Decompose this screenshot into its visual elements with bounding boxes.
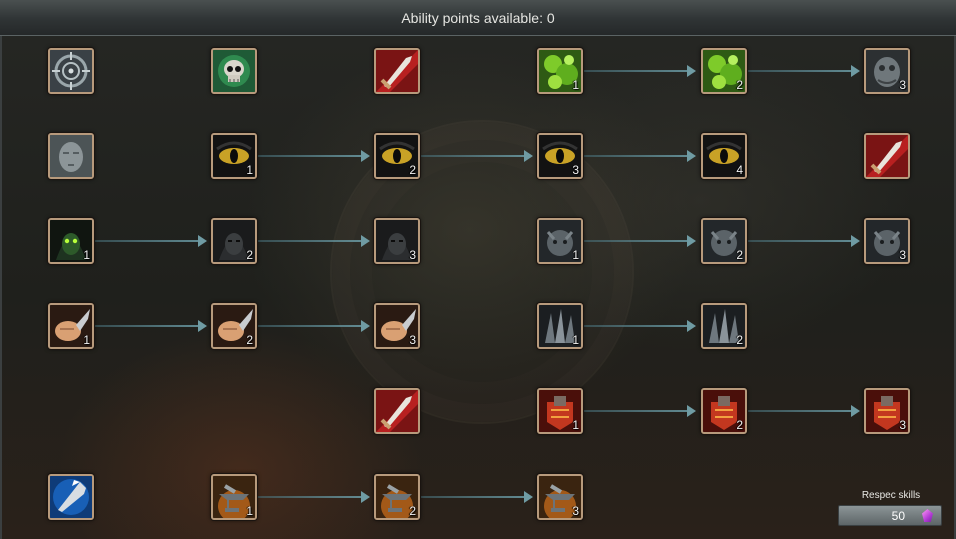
sword-slash-icon	[376, 390, 418, 432]
skill-level: 2	[736, 78, 743, 92]
blue-arrowhead-icon	[50, 476, 92, 518]
skill-level: 2	[736, 248, 743, 262]
stone-face-icon	[50, 135, 92, 177]
connector-arrow	[421, 491, 533, 503]
red-armor-skill[interactable]: 2	[701, 388, 747, 434]
fist-dagger-skill[interactable]: 1	[48, 303, 94, 349]
respec-cost: 50	[891, 509, 905, 523]
sword-slash-icon	[866, 135, 908, 177]
skill-tree-panel: Ability points available: 0 1 2 3 1 2 3 …	[0, 0, 956, 539]
stone-face-skill[interactable]	[48, 133, 94, 179]
crosshair-target-skill[interactable]	[48, 48, 94, 94]
ability-points-title: Ability points available: 0	[401, 10, 555, 26]
skill-level: 1	[83, 248, 90, 262]
red-armor-skill[interactable]: 1	[537, 388, 583, 434]
green-poison-skill[interactable]: 2	[701, 48, 747, 94]
connector-arrow	[258, 491, 370, 503]
skill-level: 3	[572, 504, 579, 518]
dark-hood-skill[interactable]: 3	[374, 218, 420, 264]
connector-arrow	[258, 150, 370, 162]
respec-skills-button[interactable]: 50	[838, 505, 942, 526]
connector-arrow	[584, 405, 696, 417]
skill-level: 2	[409, 163, 416, 177]
skill-level: 1	[246, 504, 253, 518]
beast-eye-skill[interactable]: 2	[374, 133, 420, 179]
green-poison-skill[interactable]: 1	[537, 48, 583, 94]
dark-hood-skill[interactable]: 2	[211, 218, 257, 264]
fist-dagger-skill[interactable]: 3	[374, 303, 420, 349]
red-armor-skill[interactable]: 3	[864, 388, 910, 434]
connector-arrow	[421, 150, 533, 162]
blue-arrowhead-skill[interactable]	[48, 474, 94, 520]
connector-arrow	[584, 235, 696, 247]
skill-level: 1	[572, 78, 579, 92]
connector-arrow	[95, 235, 207, 247]
skill-level: 3	[899, 418, 906, 432]
sword-slash-skill[interactable]	[374, 388, 420, 434]
gray-beast-skill[interactable]: 1	[537, 218, 583, 264]
connector-arrow	[258, 235, 370, 247]
hooded-goblin-skill[interactable]: 1	[48, 218, 94, 264]
anvil-forge-skill[interactable]: 3	[537, 474, 583, 520]
skill-level: 2	[246, 248, 253, 262]
skill-level: 2	[409, 504, 416, 518]
panel-left-border	[0, 36, 2, 539]
skill-level: 3	[409, 333, 416, 347]
crosshair-icon	[50, 50, 92, 92]
skill-level: 2	[736, 418, 743, 432]
skill-level: 1	[83, 333, 90, 347]
skill-level: 3	[409, 248, 416, 262]
fist-dagger-skill[interactable]: 2	[211, 303, 257, 349]
dark-claws-skill[interactable]: 1	[537, 303, 583, 349]
skill-level: 1	[572, 333, 579, 347]
anvil-forge-skill[interactable]: 1	[211, 474, 257, 520]
beast-eye-skill[interactable]: 4	[701, 133, 747, 179]
skill-level: 1	[246, 163, 253, 177]
purple-gem-icon	[922, 509, 933, 522]
stone-creature-skill[interactable]: 3	[864, 48, 910, 94]
skill-level: 2	[246, 333, 253, 347]
skull-emblem-skill[interactable]	[211, 48, 257, 94]
skill-level: 3	[572, 163, 579, 177]
skill-level: 3	[899, 78, 906, 92]
connector-arrow	[584, 65, 696, 77]
header-bar: Ability points available: 0	[0, 0, 956, 36]
connector-arrow	[258, 320, 370, 332]
skill-level: 3	[899, 248, 906, 262]
respec-skills-label: Respec skills	[861, 490, 921, 501]
connector-arrow	[95, 320, 207, 332]
skill-level: 1	[572, 418, 579, 432]
skill-level: 2	[736, 333, 743, 347]
sword-slash-skill[interactable]	[374, 48, 420, 94]
gray-beast-skill[interactable]: 3	[864, 218, 910, 264]
connector-arrow	[748, 65, 860, 77]
connector-arrow	[584, 150, 696, 162]
sword-slash-skill[interactable]	[864, 133, 910, 179]
gray-beast-skill[interactable]: 2	[701, 218, 747, 264]
connector-arrow	[748, 235, 860, 247]
skill-level: 4	[736, 163, 743, 177]
skill-level: 1	[572, 248, 579, 262]
connector-arrow	[748, 405, 860, 417]
sword-slash-icon	[376, 50, 418, 92]
beast-eye-skill[interactable]: 3	[537, 133, 583, 179]
beast-eye-skill[interactable]: 1	[211, 133, 257, 179]
dark-claws-skill[interactable]: 2	[701, 303, 747, 349]
skull-icon	[213, 50, 255, 92]
anvil-forge-skill[interactable]: 2	[374, 474, 420, 520]
connector-arrow	[584, 320, 696, 332]
